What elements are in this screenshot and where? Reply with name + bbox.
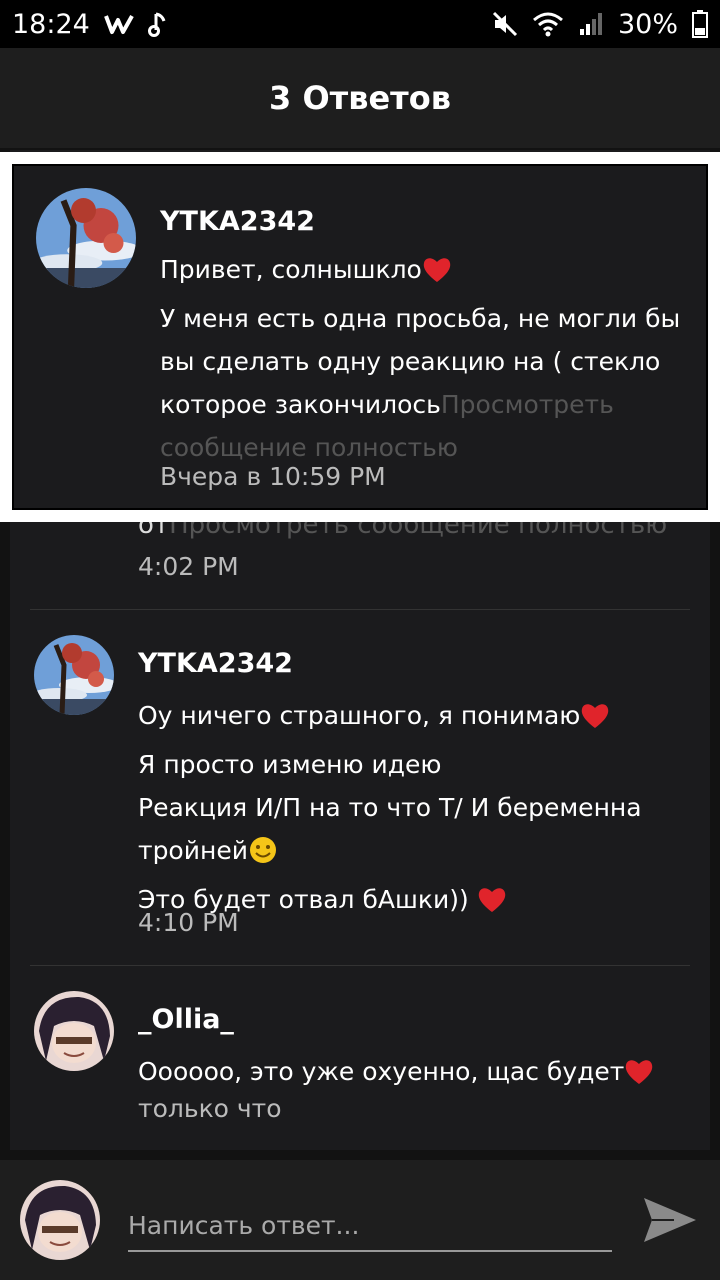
message-body: Привет, солнышкло У меня есть одна прось… [160,248,690,469]
username[interactable]: YTKA2342 [138,648,293,679]
message-line: тройней [138,836,248,865]
message-time: Вчера в 10:59 PM [160,462,386,491]
message-time: только что [138,1094,282,1123]
divider [30,609,690,610]
username[interactable]: _Ollia_ [138,1004,234,1035]
message-line: Привет, солнышкло [160,255,422,284]
message-line: Оу ничего страшного, я понимаю [138,701,581,730]
clock: 18:24 [12,8,90,40]
heart-icon [624,1056,654,1099]
wifi-icon [532,11,564,37]
message-line: Оооооо, это уже охуенно, щас будет [138,1057,625,1086]
avatar[interactable] [36,188,136,288]
reply-input[interactable] [128,1200,612,1252]
status-bar: 18:24 30% [0,0,720,48]
page-title: 3 Ответов [269,79,451,117]
send-icon [644,1198,696,1242]
divider [30,965,690,966]
message-body: Оу ничего страшного, я понимаю Я просто … [138,694,698,927]
my-avatar[interactable] [20,1180,100,1260]
header: 3 Ответов [0,48,720,148]
avatar[interactable] [34,991,114,1071]
message-line: Я просто изменю идею [138,750,442,779]
parent-message-inner: YTKA2342 Привет, солнышкло У меня есть о… [12,164,708,510]
message-line: которое закончилось [160,390,441,419]
mute-icon [492,11,518,37]
message-line: вы сделать одну реакцию на ( стекло [160,347,661,376]
parent-message-card[interactable]: YTKA2342 Привет, солнышкло У меня есть о… [0,152,720,522]
heart-icon [422,254,452,297]
heart-icon [580,700,610,743]
reply-composer [0,1160,720,1280]
signal-icon [578,11,604,37]
view-full-message-link[interactable]: Просмотреть [441,390,614,419]
avatar[interactable] [34,635,114,715]
battery-percent: 30% [617,8,678,40]
message-time: 4:10 PM [138,908,239,937]
wattpad-icon [103,13,134,35]
smile-icon [248,835,278,878]
message-time: 4:02 PM [138,552,239,581]
username[interactable]: YTKA2342 [160,206,315,237]
send-button[interactable] [640,1190,700,1250]
heart-icon [477,884,507,927]
battery-icon [692,10,708,38]
music-note-icon [147,10,168,38]
message-line: Реакция И/П на то что Т/ И беременна [138,793,642,822]
message-body: Оооооо, это уже охуенно, щас будет [138,1050,698,1099]
message-line: У меня есть одна просьба, не могли бы [160,304,681,333]
